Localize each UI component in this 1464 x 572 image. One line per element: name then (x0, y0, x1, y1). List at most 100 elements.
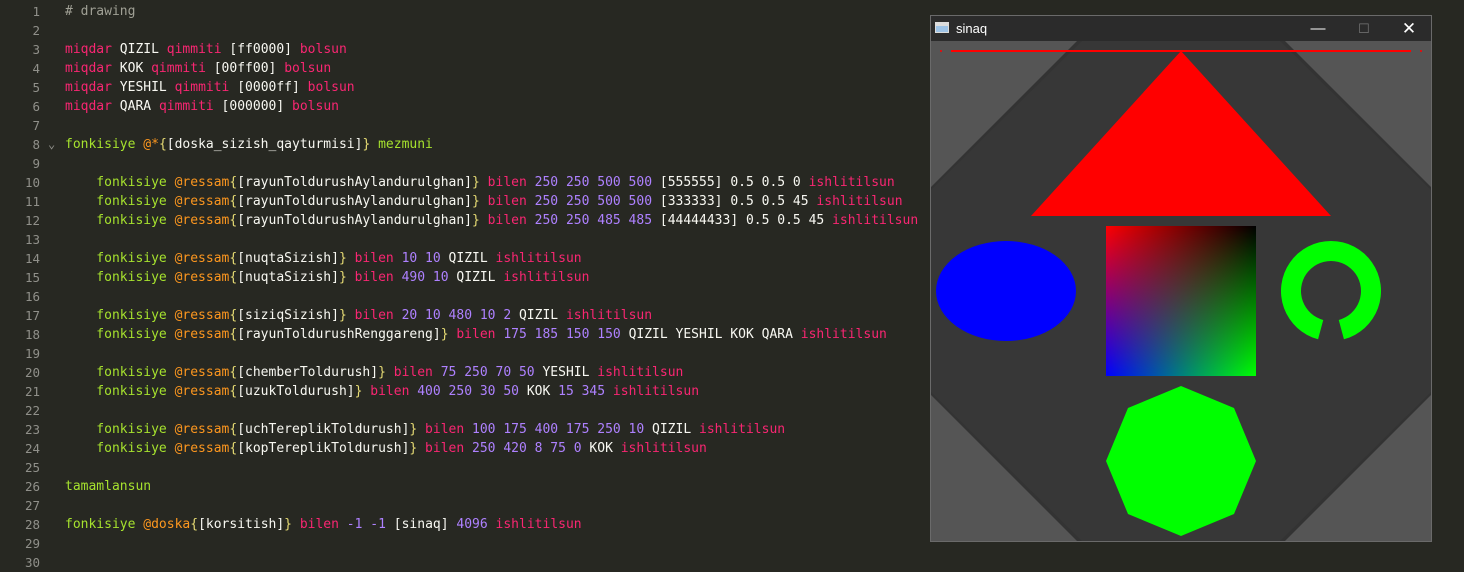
line-number: 15 (24, 270, 40, 285)
code-token: @ressam (174, 194, 230, 209)
code-line[interactable]: 18 fonkisiye @ressam{[rayunToldurushReng… (0, 325, 920, 344)
code-line[interactable]: 29 (0, 534, 920, 553)
code-token: miqdar (65, 42, 112, 57)
code-line[interactable]: 1 # drawing (0, 2, 920, 21)
code-token: [sinaq] (393, 517, 457, 532)
code-line[interactable]: 9 (0, 154, 920, 173)
code-token: } (338, 270, 347, 285)
code-token: @ressam (174, 327, 230, 342)
code-line[interactable]: 15 fonkisiye @ressam{[nuqtaSizish]} bile… (0, 268, 920, 287)
code-token: qimmiti (151, 61, 206, 76)
code-token: bilen (385, 365, 441, 380)
sinaq-window[interactable]: sinaq — ☐ ✕ (930, 15, 1432, 542)
code-token: fonkisiye (65, 422, 175, 437)
code-token: bilen (346, 251, 402, 266)
code-line[interactable]: 30 (0, 553, 920, 572)
code-line[interactable]: 14 fonkisiye @ressam{[nuqtaSizish]} bile… (0, 249, 920, 268)
code-text: fonkisiye @ressam{[rayunToldurushRenggar… (65, 325, 887, 344)
code-token: ishlitilsun (495, 517, 582, 532)
code-token: ishlitilsun (800, 327, 887, 342)
code-line[interactable]: 6 miqdar QARA qimmiti [000000] bolsun (0, 97, 920, 116)
code-line[interactable]: 27 (0, 496, 920, 515)
code-line[interactable]: 25 (0, 458, 920, 477)
close-button[interactable]: ✕ (1386, 16, 1432, 41)
code-line[interactable]: 10 fonkisiye @ressam{[rayunToldurushAyla… (0, 173, 920, 192)
code-token: fonkisiye (65, 175, 175, 190)
code-token: [rayunToldurushAylandurulghan] (237, 194, 473, 209)
code-line[interactable]: 20 fonkisiye @ressam{[chemberToldurush]}… (0, 363, 920, 382)
line-number: 20 (24, 365, 40, 380)
code-token: ishlitilsun (620, 441, 707, 456)
code-line[interactable]: 5 miqdar YESHIL qimmiti [0000ff] bolsun (0, 78, 920, 97)
code-token: @ressam (174, 365, 230, 380)
line-number: 30 (24, 555, 40, 570)
code-line[interactable]: 24 fonkisiye @ressam{[kopTereplikTolduru… (0, 439, 920, 458)
code-token: [rayunToldurushRenggareng] (237, 327, 441, 342)
code-line[interactable]: 7 (0, 116, 920, 135)
code-token: # drawing (65, 4, 136, 19)
code-token: [nuqtaSizish] (237, 270, 339, 285)
code-line[interactable]: 3 miqdar QIZIL qimmiti [ff0000] bolsun (0, 40, 920, 59)
code-token: bilen (346, 270, 402, 285)
code-line[interactable]: 11 fonkisiye @ressam{[rayunToldurushAyla… (0, 192, 920, 211)
code-line[interactable]: 17 fonkisiye @ressam{[siziqSizish]} bile… (0, 306, 920, 325)
code-text: fonkisiye @ressam{[nuqtaSizish]} bilen 1… (65, 249, 581, 268)
code-token: fonkisiye (65, 517, 144, 532)
code-token: 400 250 30 50 (417, 384, 527, 399)
line-number: 21 (24, 384, 40, 399)
code-line[interactable]: 8 ⌄ fonkisiye @*{[doska_sizish_qayturmisi]… (0, 135, 920, 154)
code-token: fonkisiye (65, 384, 175, 399)
chevron-down-icon[interactable]: ⌄ (48, 135, 55, 154)
code-line[interactable]: 13 (0, 230, 920, 249)
line-number: 24 (24, 441, 40, 456)
code-line[interactable]: 12 fonkisiye @ressam{[rayunToldurushAyla… (0, 211, 920, 230)
code-token: 250 250 500 500 (534, 175, 653, 190)
code-token: bilen (448, 327, 504, 342)
line-number: 17 (24, 308, 40, 323)
line-number: 16 (24, 289, 40, 304)
code-token: bolsun (284, 61, 332, 76)
line-number: 9 (32, 156, 40, 171)
code-line[interactable]: 28 fonkisiye @doska{[korsitish]} bilen -1… (0, 515, 920, 534)
line-number: 27 (24, 498, 40, 513)
code-line[interactable]: 22 (0, 401, 920, 420)
code-text: tamamlansun (65, 477, 151, 496)
code-line[interactable]: 21 fonkisiye @ressam{[uzukToldurush]} bi… (0, 382, 920, 401)
gradient-square (1106, 226, 1256, 376)
code-line[interactable]: 16 (0, 287, 920, 306)
code-text: fonkisiye @ressam{[chemberToldurush]} bi… (65, 363, 683, 382)
line-number: 29 (24, 536, 40, 551)
code-token: mezmuni (370, 137, 433, 152)
code-token: @ressam (174, 213, 230, 228)
code-token: fonkisiye (65, 308, 175, 323)
code-token: qimmiti (158, 99, 214, 114)
code-token: ishlitilsun (808, 175, 895, 190)
window-titlebar[interactable]: sinaq — ☐ ✕ (931, 16, 1431, 41)
code-line[interactable]: 23 fonkisiye @ressam{[uchTereplikTolduru… (0, 420, 920, 439)
code-token: miqdar (65, 99, 112, 114)
code-token: ishlitilsun (832, 213, 919, 228)
code-token: } (338, 308, 347, 323)
code-token: [44444433] 0.5 0.5 45 (652, 213, 833, 228)
code-token: ishlitilsun (503, 270, 590, 285)
code-token: fonkisiye (65, 270, 175, 285)
minimize-button[interactable]: — (1295, 16, 1341, 41)
code-token: KOK (111, 61, 152, 76)
code-token: [333333] 0.5 0.5 45 (652, 194, 817, 209)
code-text: miqdar QARA qimmiti [000000] bolsun (65, 97, 339, 116)
code-line[interactable]: 2 (0, 21, 920, 40)
line-number: 5 (32, 80, 40, 95)
code-token: 250 250 500 500 (534, 194, 653, 209)
line-number: 8 (32, 137, 40, 152)
code-token: { (158, 137, 167, 152)
code-line[interactable]: 19 (0, 344, 920, 363)
maximize-button[interactable]: ☐ (1341, 16, 1387, 41)
code-token: fonkisiye (65, 137, 144, 152)
code-token: [555555] 0.5 0.5 0 (652, 175, 809, 190)
code-token: 75 250 70 50 (440, 365, 543, 380)
code-line[interactable]: 26 tamamlansun (0, 477, 920, 496)
code-token: 100 175 400 175 250 10 (472, 422, 653, 437)
code-line[interactable]: 4 miqdar KOK qimmiti [00ff00] bolsun (0, 59, 920, 78)
code-token: fonkisiye (65, 251, 175, 266)
code-token: [uzukToldurush] (237, 384, 355, 399)
